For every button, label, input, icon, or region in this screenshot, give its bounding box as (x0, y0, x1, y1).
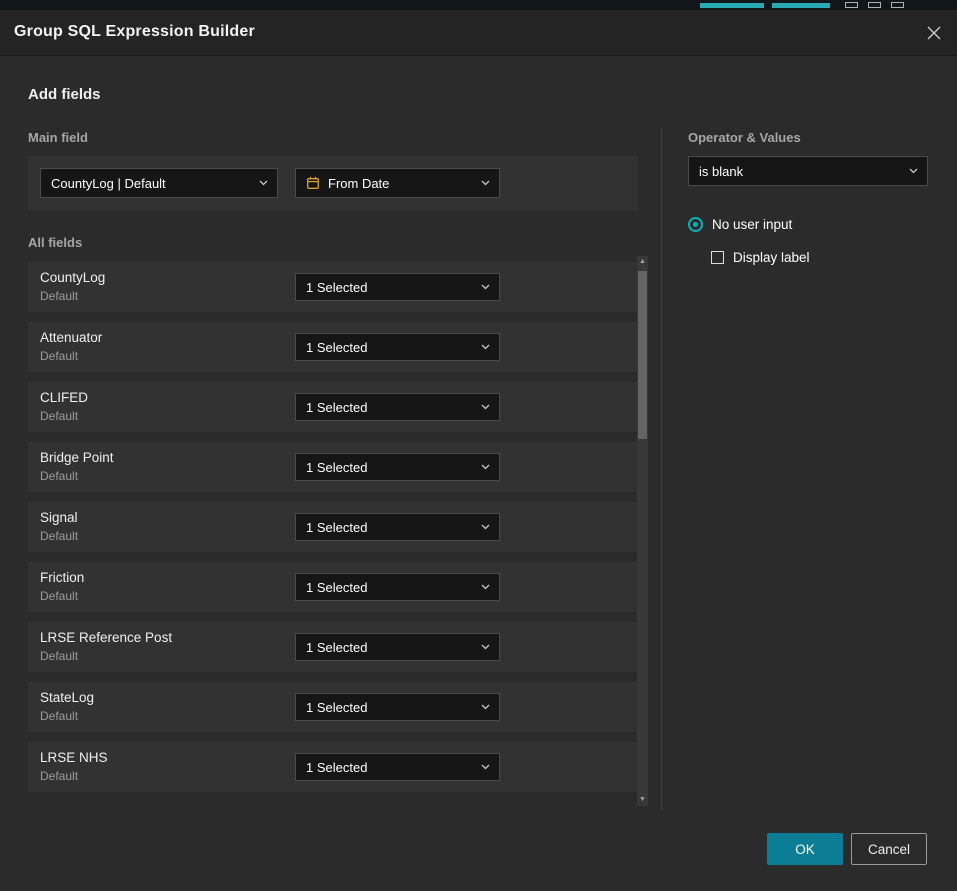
field-name: Attenuator (40, 330, 102, 345)
field-selected-dropdown[interactable]: 1 Selected (295, 513, 500, 541)
field-row: Attenuator Default 1 Selected (28, 322, 638, 372)
field-selected-dropdown[interactable]: 1 Selected (295, 693, 500, 721)
chevron-down-icon (481, 180, 490, 186)
field-name: StateLog (40, 690, 94, 705)
background-toolbar-icon (891, 2, 904, 8)
chevron-down-icon (481, 284, 490, 290)
chevron-down-icon (481, 584, 490, 590)
field-selected-dropdown[interactable]: 1 Selected (295, 333, 500, 361)
main-field-field-dropdown[interactable]: From Date (295, 168, 500, 198)
operator-values-label: Operator & Values (688, 130, 801, 145)
field-name: LRSE NHS (40, 750, 108, 765)
main-field-source-dropdown[interactable]: CountyLog | Default (40, 168, 278, 198)
field-selected-value: 1 Selected (306, 760, 367, 775)
chevron-down-icon (909, 168, 918, 174)
field-selected-dropdown[interactable]: 1 Selected (295, 573, 500, 601)
operator-dropdown[interactable]: is blank (688, 156, 928, 186)
main-field-card: CountyLog | Default From Date (28, 156, 638, 210)
field-selected-dropdown[interactable]: 1 Selected (295, 393, 500, 421)
background-toolbar (0, 0, 957, 10)
display-label-checkbox[interactable]: Display label (711, 250, 810, 265)
field-subtitle: Default (40, 469, 78, 483)
field-subtitle: Default (40, 349, 78, 363)
field-row: LRSE Reference Post Default 1 Selected (28, 622, 638, 672)
field-selected-value: 1 Selected (306, 520, 367, 535)
main-field-field-value: From Date (328, 176, 389, 191)
main-field-label: Main field (28, 130, 88, 145)
field-selected-value: 1 Selected (306, 640, 367, 655)
all-fields-list: CountyLog Default 1 Selected Attenuator … (28, 262, 638, 802)
field-row: Bridge Point Default 1 Selected (28, 442, 638, 492)
field-row: Friction Default 1 Selected (28, 562, 638, 612)
background-link-fragment (700, 3, 764, 8)
chevron-down-icon (259, 180, 268, 186)
calendar-icon (306, 176, 320, 190)
chevron-down-icon (481, 644, 490, 650)
field-selected-value: 1 Selected (306, 280, 367, 295)
field-row: CountyLog Default 1 Selected (28, 262, 638, 312)
group-sql-expression-builder-dialog: Group SQL Expression Builder Add fields … (0, 10, 957, 891)
field-subtitle: Default (40, 649, 78, 663)
field-selected-value: 1 Selected (306, 460, 367, 475)
field-name: Friction (40, 570, 84, 585)
field-subtitle: Default (40, 289, 78, 303)
operator-value: is blank (699, 164, 743, 179)
scroll-up-icon[interactable]: ▲ (637, 256, 648, 268)
chevron-down-icon (481, 464, 490, 470)
add-fields-heading: Add fields (28, 86, 101, 103)
checkbox-unchecked-icon (711, 251, 724, 264)
field-selected-value: 1 Selected (306, 400, 367, 415)
field-subtitle: Default (40, 529, 78, 543)
field-name: Bridge Point (40, 450, 114, 465)
no-user-input-label: No user input (712, 217, 792, 232)
field-row: StateLog Default 1 Selected (28, 682, 638, 732)
dialog-header: Group SQL Expression Builder (0, 10, 957, 56)
field-selected-dropdown[interactable]: 1 Selected (295, 633, 500, 661)
field-name: LRSE Reference Post (40, 630, 172, 645)
field-row: CLIFED Default 1 Selected (28, 382, 638, 432)
cancel-button[interactable]: Cancel (851, 833, 927, 865)
field-selected-value: 1 Selected (306, 340, 367, 355)
field-selected-dropdown[interactable]: 1 Selected (295, 753, 500, 781)
chevron-down-icon (481, 524, 490, 530)
ok-button[interactable]: OK (767, 833, 843, 865)
background-toolbar-icon (845, 2, 858, 8)
scrollbar[interactable]: ▲ ▼ (637, 256, 648, 806)
field-selected-dropdown[interactable]: 1 Selected (295, 453, 500, 481)
all-fields-label: All fields (28, 235, 82, 250)
close-icon[interactable] (926, 25, 942, 41)
background-link-fragment (772, 3, 830, 8)
field-name: CLIFED (40, 390, 88, 405)
field-subtitle: Default (40, 409, 78, 423)
chevron-down-icon (481, 704, 490, 710)
chevron-down-icon (481, 404, 490, 410)
main-field-source-value: CountyLog | Default (51, 176, 166, 191)
radio-selected-icon (688, 217, 703, 232)
field-subtitle: Default (40, 589, 78, 603)
scroll-down-icon[interactable]: ▼ (637, 794, 648, 806)
field-row: Signal Default 1 Selected (28, 502, 638, 552)
field-selected-value: 1 Selected (306, 700, 367, 715)
field-name: CountyLog (40, 270, 105, 285)
column-divider (661, 128, 662, 810)
display-label-label: Display label (733, 250, 810, 265)
dialog-title: Group SQL Expression Builder (14, 23, 255, 41)
chevron-down-icon (481, 344, 490, 350)
chevron-down-icon (481, 764, 490, 770)
field-subtitle: Default (40, 769, 78, 783)
field-selected-value: 1 Selected (306, 580, 367, 595)
field-subtitle: Default (40, 709, 78, 723)
field-name: Signal (40, 510, 78, 525)
no-user-input-radio[interactable]: No user input (688, 217, 792, 232)
background-toolbar-icon (868, 2, 881, 8)
field-selected-dropdown[interactable]: 1 Selected (295, 273, 500, 301)
scrollbar-thumb[interactable] (638, 271, 647, 439)
field-row: LRSE NHS Default 1 Selected (28, 742, 638, 792)
